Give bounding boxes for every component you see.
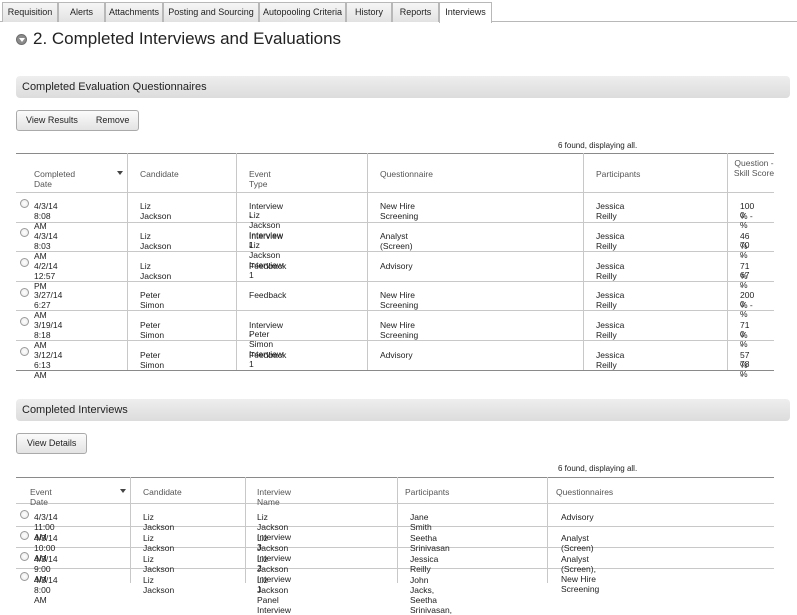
row-select-radio[interactable] — [20, 347, 29, 356]
column-header-event-date[interactable]: Event Date — [30, 487, 52, 507]
row-select-radio[interactable] — [20, 228, 29, 237]
cell-score-skill: 67 % — [740, 270, 750, 290]
cell-questionnaire: New Hire Screening — [380, 290, 419, 310]
section-header-interviews: Completed Interviews — [16, 399, 790, 421]
cell-completed-date: 3/27/14 6:27 AM — [34, 290, 63, 320]
column-header-questionnaires[interactable]: Questionnaires — [556, 487, 613, 497]
cell-candidate[interactable]: Liz Jackson — [143, 512, 174, 532]
cell-questionnaire: New Hire Screening — [380, 201, 419, 221]
cell-participants: Jessica Reilly — [596, 231, 625, 251]
row-select-radio[interactable] — [20, 317, 29, 326]
cell-participants: John Jacks, Seetha Srinivasan, — [410, 575, 453, 615]
cell-interview-name[interactable]: Liz Jackson Panel Interview — [257, 575, 291, 615]
row-select-radio[interactable] — [20, 258, 29, 267]
cell-score-skill: 0 % — [740, 329, 748, 349]
cell-participants: Jessica Reilly — [596, 320, 625, 340]
cell-candidate[interactable]: Liz Jackson — [143, 533, 174, 553]
cell-score-skill: 78 % — [740, 359, 750, 379]
cell-candidate[interactable]: Peter Simon — [140, 290, 164, 310]
cell-score-skill: 0 % — [740, 210, 748, 230]
tab-posting-and-sourcing[interactable]: Posting and Sourcing — [163, 2, 259, 22]
evaluations-count-text: 6 found, displaying all. — [558, 141, 638, 150]
column-header-participants[interactable]: Participants — [596, 169, 640, 179]
cell-candidate[interactable]: Liz Jackson — [143, 575, 174, 595]
cell-candidate[interactable]: Liz Jackson — [140, 201, 171, 221]
view-details-button[interactable]: View Details — [17, 434, 86, 453]
cell-participants: Jessica Reilly — [596, 261, 625, 281]
column-header-questionnaire[interactable]: Questionnaire — [380, 169, 433, 179]
interviews-count-text: 6 found, displaying all. — [558, 464, 638, 473]
cell-event-date: 4/3/14 8:00 AM — [34, 575, 58, 605]
cell-completed-date: 3/12/14 6:13 AM — [34, 350, 63, 380]
tab-history[interactable]: History — [346, 2, 392, 22]
cell-participants: Jessica Reilly — [596, 350, 625, 370]
tab-reports[interactable]: Reports — [392, 2, 439, 22]
column-header-participants[interactable]: Participants — [405, 487, 449, 497]
cell-candidate[interactable]: Peter Simon — [140, 350, 164, 370]
cell-candidate[interactable]: Liz Jackson — [143, 554, 174, 574]
cell-questionnaire: Analyst (Screen) — [380, 231, 413, 251]
cell-participants: Jane Smith — [410, 512, 432, 532]
tab-interviews[interactable]: Interviews — [439, 2, 492, 23]
row-select-radio[interactable] — [20, 531, 29, 540]
section-header-evaluations: Completed Evaluation Questionnaires — [16, 76, 790, 98]
tab-attachments[interactable]: Attachments — [105, 2, 163, 22]
cell-score-skill: 70 % — [740, 240, 750, 260]
row-select-radio[interactable] — [20, 510, 29, 519]
cell-event-type: Feedback — [249, 261, 287, 271]
interviews-button-group: View Details — [16, 433, 88, 454]
cell-completed-date: 4/2/14 12:57 PM — [34, 261, 58, 291]
cell-completed-date: 4/3/14 8:03 AM — [34, 231, 58, 261]
row-select-radio[interactable] — [20, 552, 29, 561]
cell-questionnaire: Advisory — [380, 261, 413, 271]
cell-questionnaire: New Hire Screening — [380, 320, 419, 340]
cell-questionnaires: Analyst (Screen), New Hire Screening — [561, 554, 600, 594]
cell-score-skill: 0 % — [740, 299, 748, 319]
page-title: 2. Completed Interviews and Evaluations — [33, 29, 342, 48]
remove-button[interactable]: Remove — [87, 111, 139, 130]
cell-completed-date: 4/3/14 8:08 AM — [34, 201, 58, 231]
cell-event-type: Feedback — [249, 290, 287, 300]
cell-event-name: Peter Simon Interview 1 — [249, 329, 284, 369]
cell-event-name: Liz Jackson Interview 1 — [249, 240, 284, 280]
sort-descending-icon[interactable] — [120, 489, 126, 493]
cell-questionnaire: Advisory — [380, 350, 413, 360]
tab-requisition[interactable]: Requisition — [2, 2, 58, 22]
column-header-question-skill-score[interactable]: Question - Skill Score — [731, 158, 777, 178]
cell-questionnaires: Analyst (Screen) — [561, 533, 594, 553]
column-header-candidate[interactable]: Candidate — [140, 169, 179, 179]
column-header-completed-date[interactable]: Completed Date — [34, 169, 75, 189]
collapse-toggle-icon[interactable] — [16, 34, 27, 45]
cell-questionnaires: Advisory — [561, 512, 594, 522]
row-select-radio[interactable] — [20, 288, 29, 297]
tab-alerts[interactable]: Alerts — [58, 2, 105, 22]
cell-event-type: Feedback — [249, 350, 287, 360]
cell-completed-date: 3/19/14 8:18 AM — [34, 320, 63, 350]
cell-participants: Jessica Reilly — [596, 201, 625, 221]
cell-participants: Jessica Reilly — [596, 290, 625, 310]
tab-autopooling-criteria[interactable]: Autopooling Criteria — [259, 2, 346, 22]
sort-descending-icon[interactable] — [117, 171, 123, 175]
column-header-event-type[interactable]: Event Type — [249, 169, 271, 189]
cell-participants: Seetha Srinivasan — [410, 533, 450, 553]
cell-candidate[interactable]: Liz Jackson — [140, 261, 171, 281]
view-results-button[interactable]: View Results — [17, 111, 87, 130]
column-header-candidate[interactable]: Candidate — [143, 487, 182, 497]
cell-candidate[interactable]: Liz Jackson — [140, 231, 171, 251]
cell-participants: Jessica Reilly — [410, 554, 439, 574]
tab-bar: Requisition Alerts Attachments Posting a… — [0, 0, 797, 23]
row-select-radio[interactable] — [20, 199, 29, 208]
evaluations-button-group: View Results Remove — [16, 110, 140, 131]
cell-candidate[interactable]: Peter Simon — [140, 320, 164, 340]
column-header-interview-name[interactable]: Interview Name — [257, 487, 291, 507]
row-select-radio[interactable] — [20, 572, 29, 581]
